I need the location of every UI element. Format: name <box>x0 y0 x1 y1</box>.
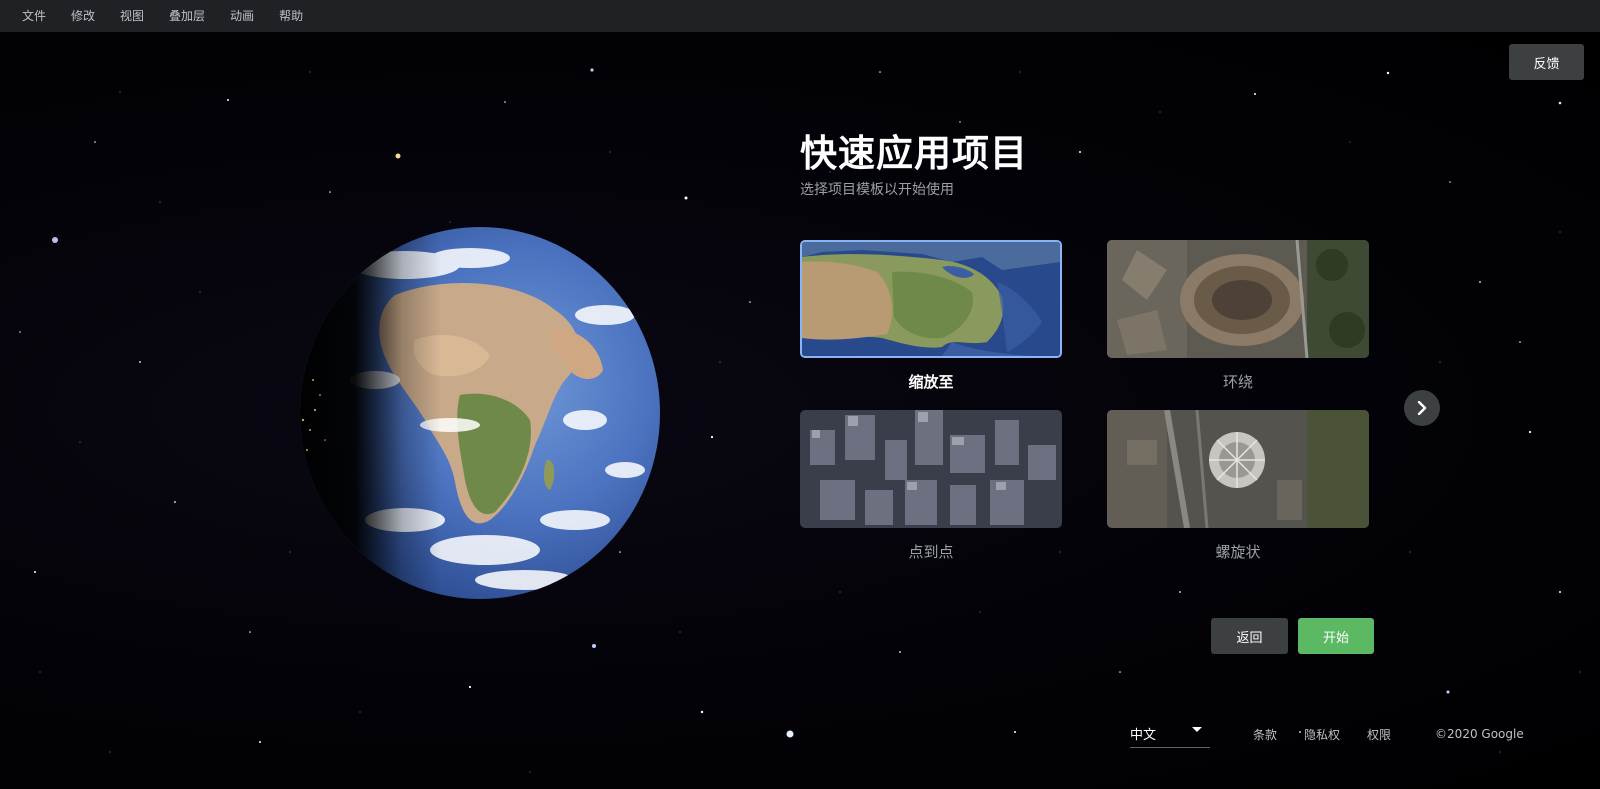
menu-bar: 文件 修改 视图 叠加层 动画 帮助 <box>0 0 1600 32</box>
footer-link-privacy[interactable]: 隐私权 <box>1304 726 1340 743</box>
language-value: 中文 <box>1130 728 1157 743</box>
chevron-right-icon <box>1417 401 1427 415</box>
map-thumbnail-icon <box>802 242 1060 356</box>
caret-down-icon <box>1192 727 1202 732</box>
template-label-point-to-point: 点到点 <box>908 543 954 561</box>
footer: 中文 条款 隐私权 权限 ©2020 Google <box>1130 720 1524 748</box>
feedback-button[interactable]: 反馈 <box>1509 44 1584 80</box>
wizard-title: 快速应用项目 <box>800 132 1028 175</box>
language-select[interactable]: 中文 <box>1130 720 1210 748</box>
stadium-thumbnail-icon <box>1107 410 1369 528</box>
menu-help[interactable]: 帮助 <box>279 0 303 32</box>
template-label-spiral: 螺旋状 <box>1215 543 1261 561</box>
menu-view[interactable]: 视图 <box>120 0 144 32</box>
menu-file[interactable]: 文件 <box>22 0 46 32</box>
earth-globe-image <box>300 227 660 599</box>
app-root: 文件 修改 视图 叠加层 动画 帮助 反馈 快速应用项目 选择项目模板以开始使用… <box>0 0 1600 789</box>
menu-edit[interactable]: 修改 <box>71 0 95 32</box>
earth-globe <box>285 220 675 605</box>
template-card-zoom-to[interactable] <box>800 240 1062 358</box>
footer-link-terms[interactable]: 条款 <box>1253 726 1277 743</box>
template-label-orbit: 环绕 <box>1222 373 1253 391</box>
next-page-button[interactable] <box>1404 390 1440 426</box>
city-thumbnail-icon <box>800 410 1062 528</box>
copyright: ©2020 Google <box>1435 727 1524 741</box>
template-label-zoom-to: 缩放至 <box>908 373 954 391</box>
wizard-subtitle: 选择项目模板以开始使用 <box>800 182 954 198</box>
quick-project-wizard: 快速应用项目 选择项目模板以开始使用 缩放至 环绕 点到点 螺旋状 返回 开始 <box>800 128 1440 654</box>
start-button[interactable]: 开始 <box>1298 618 1374 654</box>
template-card-orbit[interactable] <box>1107 240 1369 358</box>
menu-animation[interactable]: 动画 <box>230 0 254 32</box>
footer-link-permissions[interactable]: 权限 <box>1367 726 1391 743</box>
template-card-spiral[interactable] <box>1107 410 1369 528</box>
menu-overlays[interactable]: 叠加层 <box>169 0 205 32</box>
back-button[interactable]: 返回 <box>1211 618 1288 654</box>
template-card-point-to-point[interactable] <box>800 410 1062 528</box>
colosseum-thumbnail-icon <box>1107 240 1369 358</box>
